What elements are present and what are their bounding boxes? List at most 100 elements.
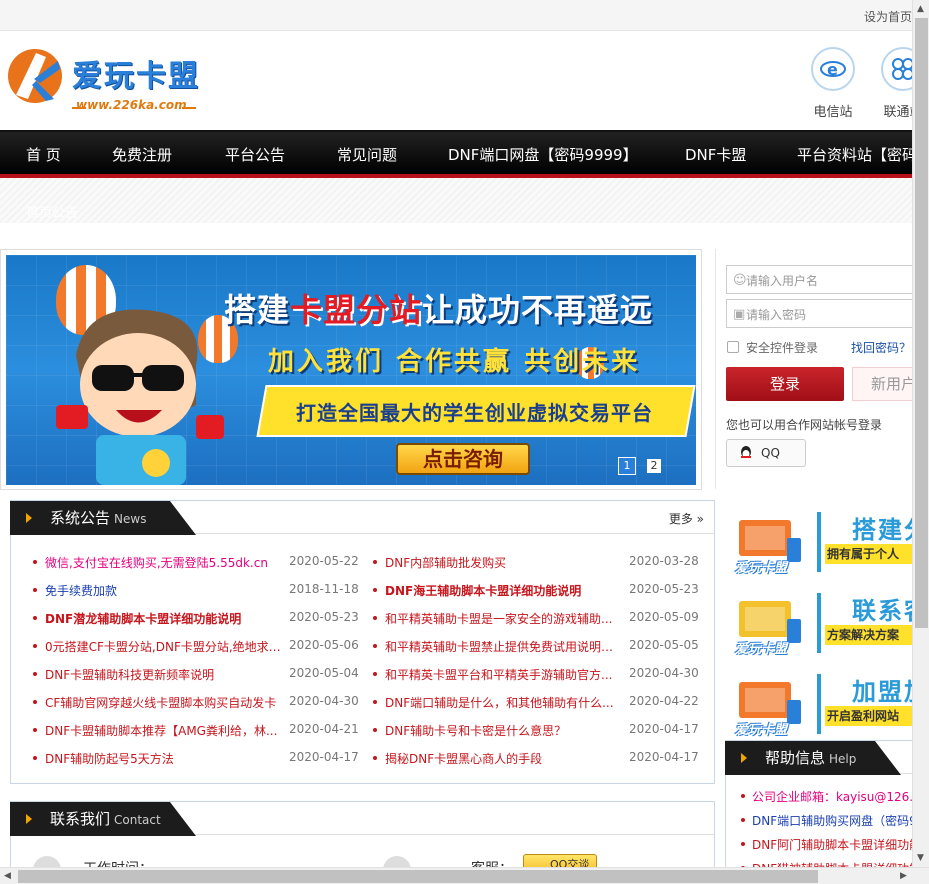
nav-item-faq[interactable]: 常见问题	[337, 144, 397, 165]
news-date: 2020-04-22	[629, 694, 699, 708]
promo-card[interactable]: 爱玩卡盟 搭建分 拥有属于个人	[725, 508, 929, 584]
news-date: 2020-04-17	[289, 750, 359, 764]
login-button[interactable]: 登录	[726, 367, 844, 401]
news-date: 2018-11-18	[289, 582, 359, 596]
promo-banner[interactable]: 搭建卡盟分站让成功不再遥远 加入我们 合作共赢 共创未来 打造全国最大的学生创业…	[6, 255, 696, 485]
nav-item-dnf-kameng[interactable]: DNF卡盟	[685, 144, 746, 165]
scroll-right-icon[interactable]: ▶	[900, 871, 907, 881]
logo-mark-icon	[8, 49, 62, 103]
nav-item-home[interactable]: 首 页	[26, 144, 61, 165]
username-field[interactable]: ☺ 请输入用户名	[726, 265, 929, 294]
news-title-link[interactable]: DNF辅助卡号和卡密是什么意思？	[385, 722, 615, 739]
news-title-link[interactable]: 0元搭建CF卡盟分站,DNF卡盟分站,绝地求生...	[45, 638, 281, 655]
top-bar: 设为首页	[0, 0, 929, 31]
promo-card[interactable]: 爱玩卡盟 联系客 方案解决方案	[725, 589, 929, 665]
nav-item-register[interactable]: 免费注册	[112, 144, 172, 165]
help-item[interactable]: DNF阿门辅助脚本卡盟详细功能	[752, 836, 921, 853]
news-title-link[interactable]: 揭秘DNF卡盟黑心商人的手段	[385, 750, 615, 767]
slide-dot-1[interactable]: 1	[618, 457, 636, 475]
news-title-link[interactable]: 免手续费加款	[45, 582, 281, 599]
news-title-link[interactable]: DNF内部辅助批发购买	[385, 554, 615, 571]
news-date: 2020-04-17	[629, 722, 699, 736]
news-item[interactable]: DNF海王辅助脚本卡盟详细功能说明 2020-05-23	[373, 580, 699, 608]
forgot-password-link[interactable]: 找回密码？	[851, 339, 911, 356]
partner-telecom[interactable]: e 电信站	[803, 47, 863, 120]
vertical-scrollbar[interactable]: ▲ ▼	[912, 0, 929, 867]
news-title-link[interactable]: 和平精英辅助卡盟是一家安全的游戏辅助...	[385, 610, 615, 627]
security-checkbox[interactable]	[727, 341, 739, 353]
news-date: 2020-04-17	[629, 750, 699, 764]
news-item[interactable]: 和平精英辅助卡盟是一家安全的游戏辅助... 2020-05-09	[373, 608, 699, 636]
news-item[interactable]: 和平精英辅助卡盟禁止提供免费试用说明,... 2020-05-05	[373, 636, 699, 664]
consult-button[interactable]: 点击咨询	[396, 443, 530, 475]
arrow-icon	[26, 814, 32, 824]
news-title-link[interactable]: 和平精英辅助卡盟禁止提供免费试用说明,...	[385, 638, 615, 655]
news-item[interactable]: DNF内部辅助批发购买 2020-03-28	[373, 552, 699, 580]
news-title-link[interactable]: 和平精英卡盟平台和平精英手游辅助官方...	[385, 666, 615, 683]
breadcrumb: 首页公告	[26, 206, 79, 221]
partner-label: 电信站	[813, 105, 853, 120]
news-panel: 系统公告 News 更多 » 微信,支付宝在线购买,无需登陆5.55dk.cn 20…	[10, 500, 715, 784]
news-title-link[interactable]: 微信,支付宝在线购买,无需登陆5.55dk.cn	[45, 554, 281, 571]
news-item[interactable]: DNF潜龙辅助脚本卡盟详细功能说明 2020-05-23	[33, 608, 359, 636]
news-item[interactable]: DNF卡盟辅助科技更新频率说明 2020-05-04	[33, 664, 359, 692]
h-scroll-thumb[interactable]	[18, 870, 818, 883]
telecom-icon: e	[811, 47, 855, 91]
site-logo[interactable]: 爱玩卡盟 www.226ka.com	[6, 43, 206, 123]
news-date: 2020-05-06	[289, 638, 359, 652]
help-item[interactable]: DNF端口辅助购买网盘（密码9	[752, 812, 917, 829]
news-title-link[interactable]: CF辅助官网穿越火线卡盟脚本购买自动发卡	[45, 694, 281, 711]
bullet-icon	[33, 756, 37, 760]
news-item[interactable]: DNF卡盟辅助脚本推荐【AMG粪利给，林... 2020-04-21	[33, 720, 359, 748]
news-item[interactable]: DNF辅助防起号5天方法 2020-04-17	[33, 748, 359, 776]
news-item[interactable]: 和平精英卡盟平台和平精英手游辅助官方... 2020-04-30	[373, 664, 699, 692]
svg-text:e: e	[827, 60, 838, 79]
set-home-link[interactable]: 设为首页	[864, 8, 912, 25]
news-item[interactable]: 揭秘DNF卡盟黑心商人的手段 2020-04-17	[373, 748, 699, 776]
lock-icon: ▣	[733, 307, 746, 322]
contact-tab: 联系我们 Contact	[10, 802, 196, 836]
bullet-icon	[373, 672, 377, 676]
news-tab: 系统公告 News	[10, 501, 196, 535]
scroll-left-icon[interactable]: ◀	[4, 871, 11, 881]
promo-bar	[817, 674, 821, 734]
news-title-link[interactable]: DNF卡盟辅助脚本推荐【AMG粪利给，林...	[45, 722, 281, 739]
bullet-icon	[33, 560, 37, 564]
news-date: 2020-04-21	[289, 722, 359, 736]
help-title-en: Help	[829, 752, 857, 766]
news-title-link[interactable]: DNF海王辅助脚本卡盟详细功能说明	[385, 582, 615, 599]
slide-dot-2[interactable]: 2	[647, 459, 661, 473]
news-title-link[interactable]: DNF卡盟辅助科技更新频率说明	[45, 666, 281, 683]
scroll-up-icon[interactable]: ▲	[917, 4, 924, 14]
news-title-link[interactable]: DNF端口辅助是什么，和其他辅助有什么...	[385, 694, 615, 711]
news-item[interactable]: DNF端口辅助是什么，和其他辅助有什么... 2020-04-22	[373, 692, 699, 720]
news-item[interactable]: 微信,支付宝在线购买,无需登陆5.55dk.cn 2020-05-22	[33, 552, 359, 580]
news-item[interactable]: CF辅助官网穿越火线卡盟脚本购买自动发卡 2020-04-30	[33, 692, 359, 720]
horizontal-scrollbar[interactable]: ◀ ▶	[0, 867, 929, 884]
news-item[interactable]: 0元搭建CF卡盟分站,DNF卡盟分站,绝地求生... 2020-05-06	[33, 636, 359, 664]
news-title-link[interactable]: DNF潜龙辅助脚本卡盟详细功能说明	[45, 610, 281, 627]
bullet-icon	[373, 700, 377, 704]
bullet-icon	[373, 728, 377, 732]
news-item[interactable]: 免手续费加款 2018-11-18	[33, 580, 359, 608]
nav-item-announcements[interactable]: 平台公告	[225, 144, 285, 165]
news-date: 2020-05-05	[629, 638, 699, 652]
news-title-link[interactable]: DNF辅助防起号5天方法	[45, 750, 281, 767]
help-item[interactable]: 公司企业邮箱：kayisu@126.com	[752, 788, 929, 805]
security-label: 安全控件登录	[746, 341, 819, 355]
news-item[interactable]: DNF辅助卡号和卡密是什么意思？ 2020-04-17	[373, 720, 699, 748]
scroll-down-icon[interactable]: ▼	[917, 853, 924, 863]
nav-item-dnf-port[interactable]: DNF端口网盘【密码9999】	[448, 144, 638, 165]
scroll-thumb[interactable]	[915, 18, 928, 628]
bullet-icon	[373, 560, 377, 564]
news-more-link[interactable]: 更多 »	[669, 510, 704, 527]
nav-item-resources[interactable]: 平台资料站【密码	[797, 144, 917, 165]
banner-ribbon-text: 打造全国最大的学生创业虚拟交易平台	[296, 401, 653, 425]
promo-watermark: 爱玩卡盟	[735, 561, 788, 576]
password-field[interactable]: ▣ 请输入密码	[726, 299, 929, 328]
headline-pre: 搭建	[224, 291, 291, 329]
promo-card[interactable]: 爱玩卡盟 加盟加 开启盈利网站	[725, 670, 929, 746]
promo-tile-icon: 爱玩卡盟	[733, 595, 811, 659]
cartoon-boy-icon	[56, 309, 224, 485]
qq-login-button[interactable]: QQ	[726, 439, 806, 467]
